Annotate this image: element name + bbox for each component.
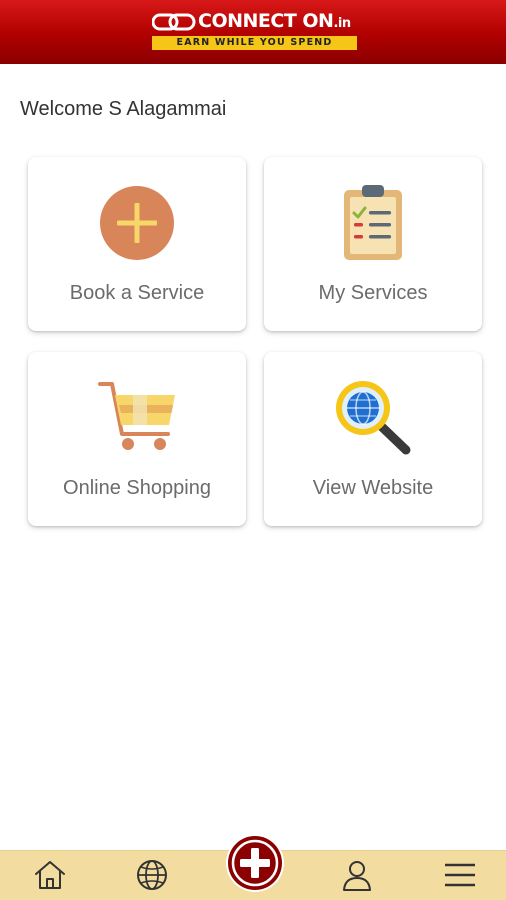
- book-service-label: Book a Service: [69, 282, 205, 304]
- link-logo-icon: [152, 13, 196, 31]
- globe-magnifier-icon: [336, 381, 411, 455]
- view-website-card[interactable]: View Website: [264, 352, 482, 526]
- home-icon[interactable]: [32, 857, 68, 893]
- view-website-label: View Website: [312, 477, 434, 499]
- brand-tagline: EARN WHILE YOU SPEND: [152, 36, 357, 50]
- app-header: CONNECT ON.in EARN WHILE YOU SPEND: [0, 0, 506, 64]
- add-icon: [228, 836, 282, 890]
- my-services-card[interactable]: My Services: [264, 157, 482, 331]
- clipboard-checklist-icon: [344, 185, 402, 260]
- online-shopping-label: Online Shopping: [63, 477, 211, 499]
- profile-icon[interactable]: [339, 857, 375, 893]
- brand-name: CONNECT ON: [198, 9, 334, 32]
- brand-suffix: .in: [333, 15, 351, 31]
- plus-circle-icon: [100, 186, 174, 260]
- online-shopping-card[interactable]: Online Shopping: [28, 352, 246, 526]
- menu-icon[interactable]: [442, 857, 478, 893]
- add-button[interactable]: [226, 834, 284, 892]
- my-services-label: My Services: [318, 282, 428, 304]
- shopping-cart-icon: [98, 382, 175, 450]
- book-service-card[interactable]: Book a Service: [28, 157, 246, 331]
- globe-icon[interactable]: [134, 857, 170, 893]
- welcome-text: Welcome S Alagammai: [20, 98, 227, 120]
- connecton-logo: CONNECT ON.in EARN WHILE YOU SPEND: [152, 10, 358, 52]
